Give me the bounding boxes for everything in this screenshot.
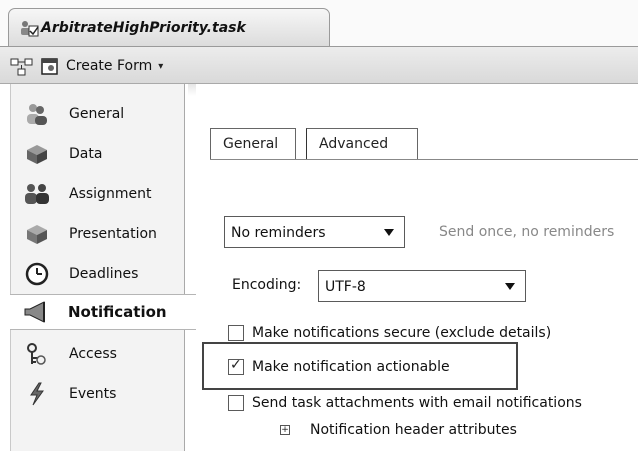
editor-tab-strip: ArbitrateHighPriority.task (0, 0, 638, 46)
reminders-value: No reminders (231, 225, 326, 241)
tab-baseline (210, 159, 638, 160)
megaphone-icon (24, 301, 45, 323)
task-editor-window: ArbitrateHighPriority.task Create Form ▾ (0, 0, 638, 451)
sidebar-item-deadlines[interactable]: Deadlines (11, 256, 186, 292)
reminder-hint: Send once, no reminders (439, 224, 615, 240)
sidebar-item-access[interactable]: Access (11, 336, 186, 372)
sidebar-item-presentation[interactable]: Presentation (11, 216, 186, 252)
tab-general[interactable]: General (210, 128, 296, 160)
encoding-dropdown[interactable]: UTF-8 (318, 270, 526, 302)
sidebar-item-general[interactable]: General (11, 96, 186, 132)
expand-plus-icon[interactable]: + (280, 425, 290, 435)
form-icon (41, 58, 58, 75)
sidebar-item-label: General (69, 106, 125, 122)
tab-label: Advanced (319, 136, 389, 152)
tab-label: General (223, 136, 279, 152)
header-attributes-expander[interactable]: + Notification header attributes (280, 422, 517, 438)
task-file-icon (21, 21, 39, 37)
assignment-icon (25, 184, 49, 204)
expander-label: Notification header attributes (310, 422, 517, 438)
checkbox-label: Make notification actionable (252, 359, 450, 375)
lightning-icon (30, 382, 44, 406)
toolbar: Create Form ▾ (0, 46, 638, 84)
checkmark-icon: ✓ (230, 357, 242, 373)
chevron-down-icon (505, 283, 515, 290)
checkbox-label: Send task attachments with email notific… (252, 395, 582, 411)
file-tab-title: ArbitrateHighPriority.task (41, 20, 246, 36)
encoding-label: Encoding: (232, 277, 302, 293)
sidebar-item-notification[interactable]: Notification (10, 294, 198, 330)
create-form-label: Create Form (66, 58, 153, 74)
sidebar-item-assignment[interactable]: Assignment (11, 176, 186, 212)
checkbox-box[interactable] (228, 325, 244, 341)
sidebar-item-label: Data (69, 146, 103, 162)
key-icon (27, 343, 46, 365)
sidebar-item-label: Events (69, 386, 117, 402)
sidebar-item-data[interactable]: Data (11, 136, 186, 172)
sidebar-item-events[interactable]: Events (11, 376, 186, 412)
reminders-dropdown[interactable]: No reminders (224, 216, 405, 248)
sidebar-item-label: Presentation (69, 226, 157, 242)
checkbox-box[interactable] (228, 395, 244, 411)
sidebar-item-label: Access (69, 346, 117, 362)
checkbox-box[interactable]: ✓ (228, 357, 244, 375)
workflow-icon[interactable] (10, 57, 34, 77)
encoding-value: UTF-8 (325, 279, 366, 295)
people-icon (27, 104, 47, 125)
file-tab[interactable]: ArbitrateHighPriority.task (8, 8, 330, 46)
create-form-button[interactable]: Create Form ▾ (40, 55, 163, 77)
send-attachments-checkbox[interactable]: Send task attachments with email notific… (228, 390, 582, 416)
sidebar-item-label: Assignment (69, 186, 152, 202)
tab-advanced[interactable]: Advanced (306, 128, 418, 160)
presentation-icon (27, 225, 47, 244)
actionable-notification-checkbox[interactable]: ✓ Make notification actionable (228, 354, 450, 380)
chevron-down-icon: ▾ (158, 60, 164, 72)
sidebar-nav: General Data Assignment Presentation Dea… (10, 84, 198, 451)
notification-panel: General Advanced No reminders Send once,… (196, 84, 638, 451)
clock-icon (25, 262, 49, 286)
sidebar-item-label: Notification (68, 303, 167, 321)
checkbox-label: Make notifications secure (exclude detai… (252, 325, 552, 341)
chevron-down-icon (384, 229, 394, 236)
data-box-icon (27, 145, 47, 164)
sidebar-item-label: Deadlines (69, 266, 139, 282)
